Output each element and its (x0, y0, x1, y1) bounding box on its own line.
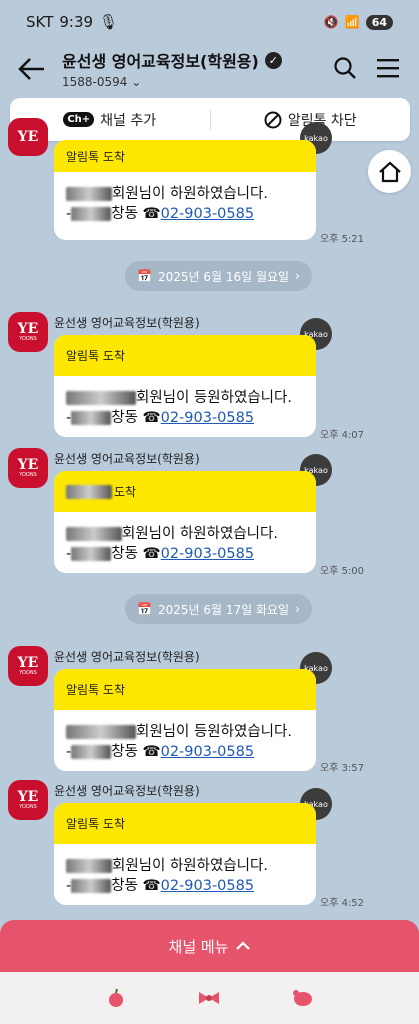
home-button[interactable] (368, 150, 411, 193)
mute-icon: 🔇 (323, 15, 339, 29)
sender-name: 윤선생 영어교육정보(학원용) (54, 650, 200, 664)
channel-action-bar: Ch+ 채널 추가 알림톡 차단 (10, 98, 410, 141)
chevron-right-icon: › (295, 602, 300, 616)
phone-link[interactable]: 02-903-0585 (161, 878, 255, 894)
message-body: 회원님이 하원하였습니다. - 창동 ☎02-903-0585 (66, 186, 268, 222)
verified-icon: ✓ (264, 51, 282, 69)
channel-title-box[interactable]: 윤선생 영어교육정보(학원용) ✓ 1588-0594 ⌄ (62, 48, 282, 89)
redacted-text (71, 207, 112, 221)
hamburger-menu-icon[interactable] (376, 58, 400, 78)
channel-avatar[interactable]: YE YOONS (8, 312, 48, 352)
sender-name: 윤선생 영어교육정보(학원용) (54, 316, 200, 330)
chevron-down-icon: ⌄ (131, 75, 142, 89)
apple-emoticon-icon[interactable] (106, 988, 126, 1008)
channel-avatar[interactable]: YE (8, 118, 48, 156)
redacted-text (71, 745, 112, 759)
message-header: 알림톡 도착 (54, 669, 316, 710)
redacted-text (71, 879, 112, 893)
message-bubble: 알림톡 도착 회원님이 등원하였습니다. - 창동 ☎02-903-0585 (54, 335, 316, 437)
block-icon (264, 111, 282, 128)
channel-menu-button[interactable]: 채널 메뉴 (0, 920, 419, 972)
chat-header: 윤선생 영어교육정보(학원용) ✓ 1588-0594 ⌄ (0, 44, 419, 94)
message-bubble: 알림톡 도착 회원님이 등원하였습니다. - 창동 ☎02-903-0585 (54, 669, 316, 771)
redacted-text (66, 484, 112, 499)
date-divider[interactable]: 📅 2025년 6월 17일 화요일 › (125, 594, 312, 624)
channel-avatar[interactable]: YE YOONS (8, 448, 48, 488)
back-arrow-icon[interactable] (16, 56, 46, 82)
redacted-name (66, 391, 136, 405)
message-time: 오후 5:21 (320, 234, 365, 245)
bottom-emoticon-bar (0, 972, 419, 1024)
message-body: 회원님이 등원하였습니다. - 창동 ☎02-903-0585 (66, 724, 292, 760)
character-emoticon-icon[interactable] (292, 989, 314, 1007)
message-body: 회원님이 하원하였습니다. - 창동 ☎02-903-0585 (66, 858, 268, 894)
message-time: 오후 5:00 (320, 566, 365, 577)
channel-avatar[interactable]: YE YOONS (8, 780, 48, 820)
channel-plus-icon: Ch+ (63, 112, 95, 127)
carrier: SKT (26, 13, 54, 31)
message-header: 도착 (54, 471, 316, 512)
message-bubble: 알림톡 도착 회원님이 하원하였습니다. - 창동 ☎02-903-0585 (54, 140, 316, 240)
message-bubble: 도착 회원님이 하원하였습니다. - 창동 ☎02-903-0585 (54, 471, 316, 573)
search-icon[interactable] (333, 56, 357, 80)
message-time: 오후 3:57 (320, 763, 365, 774)
message-header: 알림톡 도착 (54, 140, 316, 172)
redacted-text (71, 547, 112, 561)
phone-link[interactable]: 02-903-0585 (161, 206, 255, 222)
mic-icon: 🎙 (99, 13, 119, 31)
message-time: 오후 4:07 (320, 430, 365, 441)
message-header: 알림톡 도착 (54, 803, 316, 844)
chevron-right-icon: › (295, 269, 300, 283)
phone-link[interactable]: 02-903-0585 (161, 744, 255, 760)
message-body: 회원님이 하원하였습니다. - 창동 ☎02-903-0585 (66, 526, 278, 562)
message-time: 오후 4:52 (320, 898, 365, 909)
clock: 9:39 (59, 13, 94, 31)
wifi-icon: 📶 (344, 15, 360, 29)
phone-link[interactable]: 02-903-0585 (161, 410, 255, 426)
message-body: 회원님이 등원하였습니다. - 창동 ☎02-903-0585 (66, 390, 292, 426)
channel-title: 윤선생 영어교육정보(학원용) (62, 52, 259, 71)
redacted-name (66, 187, 112, 201)
message-header: 알림톡 도착 (54, 335, 316, 376)
sender-name: 윤선생 영어교육정보(학원용) (54, 784, 200, 798)
message-bubble: 알림톡 도착 회원님이 하원하였습니다. - 창동 ☎02-903-0585 (54, 803, 316, 905)
ribbon-emoticon-icon[interactable] (197, 990, 221, 1006)
redacted-name (66, 527, 122, 541)
phone-link[interactable]: 02-903-0585 (161, 546, 255, 562)
calendar-icon: 📅 (137, 269, 152, 283)
channel-phone: 1588-0594 (62, 75, 128, 89)
add-channel-label: 채널 추가 (100, 112, 157, 129)
chevron-up-icon (236, 941, 251, 950)
redacted-text (71, 411, 112, 425)
channel-avatar[interactable]: YE YOONS (8, 646, 48, 686)
redacted-name (66, 725, 136, 739)
calendar-icon: 📅 (137, 602, 152, 616)
channel-menu-label: 채널 메뉴 (168, 937, 229, 956)
date-divider[interactable]: 📅 2025년 6월 16일 월요일 › (125, 261, 312, 291)
status-bar: SKT 9:39 🎙 🔇 📶 64 (0, 0, 419, 44)
sender-name: 윤선생 영어교육정보(학원용) (54, 452, 200, 466)
redacted-name (66, 859, 112, 873)
battery-indicator: 64 (365, 14, 393, 30)
home-icon (378, 161, 401, 182)
